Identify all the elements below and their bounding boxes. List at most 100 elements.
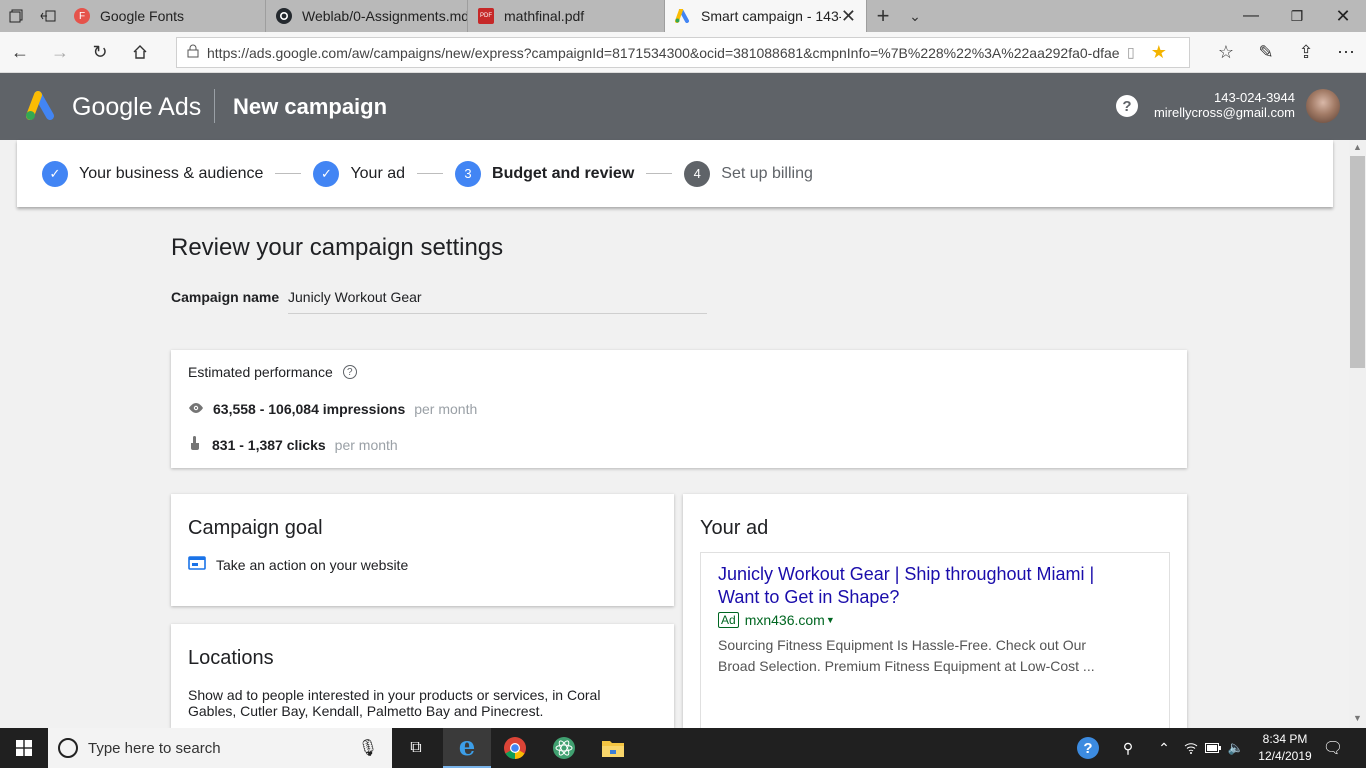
step-your-ad[interactable]: ✓ Your ad xyxy=(313,160,405,187)
edge-browser-icon[interactable]: e xyxy=(443,728,491,768)
goal-title: Campaign goal xyxy=(188,517,323,539)
taskbar-search-box[interactable]: Type here to search 🎙 xyxy=(48,728,392,768)
estimated-performance-card: Estimated performance ? 63,558 - 106,084… xyxy=(171,350,1187,468)
locations-title: Locations xyxy=(188,647,274,669)
tab-label: Smart campaign - 143-( xyxy=(701,8,841,24)
back-arrow-icon[interactable]: ← xyxy=(8,40,32,64)
tab-label: Weblab/0-Assignments.md xyxy=(302,8,468,24)
help-tray-icon[interactable]: ? xyxy=(1064,728,1112,768)
reading-view-icon[interactable]: ▯ xyxy=(1127,44,1135,61)
address-bar[interactable]: https://ads.google.com/aw/campaigns/new/… xyxy=(176,37,1190,68)
browser-tab-strip: F Google Fonts Weblab/0-Assignments.md P… xyxy=(0,0,1366,32)
step-label: Set up billing xyxy=(721,164,813,182)
ad-headline[interactable]: Junicly Workout Gear | Ship throughout M… xyxy=(718,563,1138,609)
forward-arrow-icon[interactable]: → xyxy=(48,40,72,64)
favorite-star-icon[interactable]: ★ xyxy=(1151,42,1167,63)
atom-editor-icon[interactable] xyxy=(540,728,588,768)
review-heading: Review your campaign settings xyxy=(171,234,504,261)
step-label: Your business & audience xyxy=(79,164,264,182)
account-info[interactable]: 143-024-3944 mirellycross@gmail.com xyxy=(1140,90,1295,120)
step-business-audience[interactable]: ✓ Your business & audience xyxy=(42,160,264,187)
browser-toolbar: ← → ↻ https://ads.google.com/aw/campaign… xyxy=(0,32,1366,73)
chevron-up-icon[interactable]: ⌃ xyxy=(1148,728,1180,768)
new-tab-icon[interactable]: + xyxy=(867,3,899,29)
clock-time: 8:34 PM xyxy=(1262,732,1308,746)
step-connector xyxy=(646,173,673,174)
campaign-name-field[interactable]: Junicly Workout Gear xyxy=(288,287,707,314)
refresh-icon[interactable]: ↻ xyxy=(88,40,112,64)
set-tabs-aside-icon[interactable] xyxy=(32,0,64,32)
favorites-icon[interactable]: ☆ xyxy=(1214,40,1238,64)
pdf-icon: PDF xyxy=(478,8,494,24)
step-connector xyxy=(417,173,444,174)
notifications-icon[interactable]: 🗨 xyxy=(1318,728,1348,768)
microphone-icon[interactable]: 🎙 xyxy=(358,738,378,758)
impressions-value: 63,558 - 106,084 impressions xyxy=(213,401,406,417)
url-text: https://ads.google.com/aw/campaigns/new/… xyxy=(207,44,1119,61)
avatar[interactable] xyxy=(1306,89,1340,123)
notes-pen-icon[interactable]: ✎ xyxy=(1254,40,1278,64)
your-ad-title: Your ad xyxy=(700,517,769,539)
touch-click-icon xyxy=(188,435,202,454)
search-placeholder: Type here to search xyxy=(88,739,221,757)
battery-icon[interactable] xyxy=(1202,728,1224,768)
windows-taskbar: Type here to search 🎙 ⧉ e ? ⚲ ⌃ 🔈 8:34 P… xyxy=(0,728,1366,768)
scroll-down-arrow-icon[interactable]: ▼ xyxy=(1349,713,1366,727)
campaign-name-label: Campaign name xyxy=(171,289,280,305)
locations-text: Show ad to people interested in your pro… xyxy=(188,687,601,719)
page-scrollbar[interactable]: ▲ ▼ xyxy=(1349,140,1366,728)
campaign-goal-card[interactable]: Campaign goal Take an action on your web… xyxy=(171,494,674,606)
close-tab-icon[interactable]: ✕ xyxy=(841,6,856,27)
tab-list-icon[interactable] xyxy=(0,0,32,32)
file-explorer-icon[interactable] xyxy=(589,728,637,768)
ad-preview: Junicly Workout Gear | Ship throughout M… xyxy=(700,552,1170,728)
task-view-icon[interactable]: ⧉ xyxy=(392,728,440,768)
account-email: mirellycross@gmail.com xyxy=(1153,105,1295,120)
help-icon[interactable]: ? xyxy=(1116,95,1138,117)
step-budget-review[interactable]: 3 Budget and review xyxy=(455,160,635,187)
more-menu-icon[interactable]: ⋯ xyxy=(1334,40,1358,64)
minimize-icon[interactable]: — xyxy=(1228,7,1274,25)
impressions-row: 63,558 - 106,084 impressions per month xyxy=(188,401,477,417)
clock-date: 12/4/2019 xyxy=(1258,749,1312,763)
people-icon[interactable]: ⚲ xyxy=(1108,728,1148,768)
your-ad-card[interactable]: Your ad Junicly Workout Gear | Ship thro… xyxy=(683,494,1187,728)
wifi-icon[interactable] xyxy=(1180,728,1202,768)
step-number-badge: 3 xyxy=(455,160,482,187)
tab-label: Google Fonts xyxy=(100,8,185,24)
github-icon xyxy=(276,8,292,24)
step-label: Budget and review xyxy=(492,164,635,182)
clock[interactable]: 8:34 PM 12/4/2019 xyxy=(1252,731,1318,765)
scroll-up-arrow-icon[interactable]: ▲ xyxy=(1349,142,1366,156)
google-ads-logo-icon[interactable] xyxy=(24,91,58,126)
locations-card[interactable]: Locations Show ad to people interested i… xyxy=(171,624,674,728)
cortana-circle-icon xyxy=(58,738,78,758)
close-window-icon[interactable]: ✕ xyxy=(1320,6,1366,27)
performance-title-row: Estimated performance ? xyxy=(188,364,357,380)
performance-title: Estimated performance xyxy=(188,364,333,380)
home-icon[interactable] xyxy=(128,40,152,64)
caret-down-icon: ▼ xyxy=(825,615,835,625)
tab-preview-chevron-down-icon[interactable]: ⌄ xyxy=(899,8,931,25)
tab-google-fonts[interactable]: F Google Fonts xyxy=(64,0,266,32)
restore-icon[interactable]: ❐ xyxy=(1274,8,1320,25)
header-divider xyxy=(214,89,215,123)
windows-start-icon[interactable] xyxy=(0,728,48,768)
tab-mathfinal-pdf[interactable]: PDF mathfinal.pdf xyxy=(468,0,665,32)
step-set-up-billing[interactable]: 4 Set up billing xyxy=(684,160,813,187)
chrome-icon[interactable] xyxy=(491,728,539,768)
ad-description: Sourcing Fitness Equipment Is Hassle-Fre… xyxy=(718,637,1095,674)
tab-weblab-assignments[interactable]: Weblab/0-Assignments.md xyxy=(266,0,468,32)
volume-icon[interactable]: 🔈 xyxy=(1224,728,1248,768)
share-icon[interactable]: ⇪ xyxy=(1294,40,1318,64)
clicks-value: 831 - 1,387 clicks xyxy=(212,436,326,453)
scrollbar-thumb[interactable] xyxy=(1350,156,1365,368)
lock-icon xyxy=(187,44,199,61)
step-number-badge: 4 xyxy=(684,160,711,187)
goal-row: Take an action on your website xyxy=(188,556,408,573)
ad-display-url: mxn436.com xyxy=(744,612,825,628)
google-ads-favicon-icon xyxy=(675,8,691,24)
help-icon[interactable]: ? xyxy=(342,365,357,379)
account-id: 143-024-3944 xyxy=(1214,90,1295,105)
tab-smart-campaign[interactable]: Smart campaign - 143-( ✕ xyxy=(665,0,867,32)
